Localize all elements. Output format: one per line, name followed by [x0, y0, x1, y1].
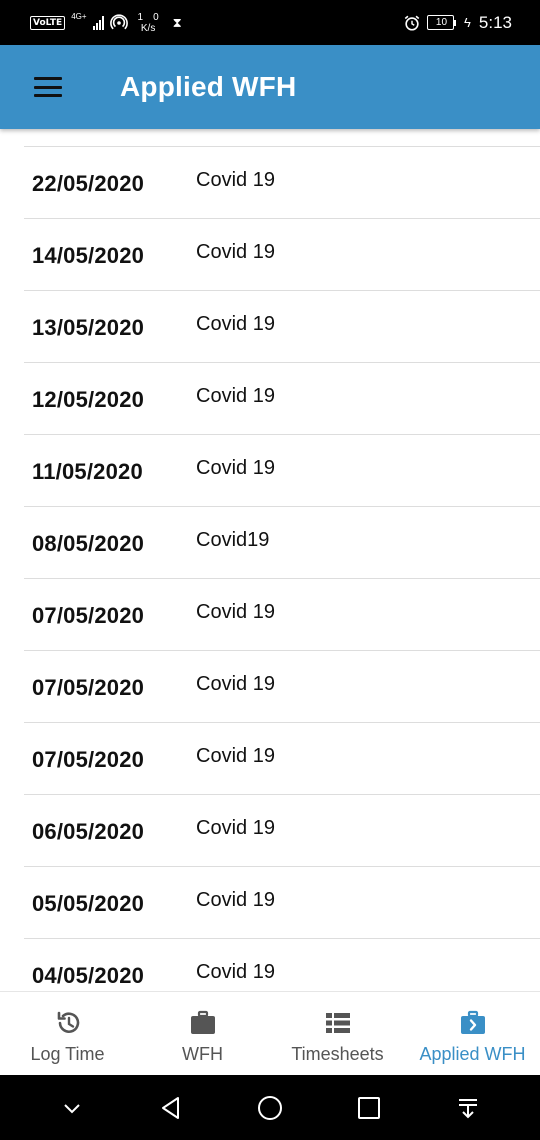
nav-label-applied-wfh: Applied WFH — [419, 1044, 526, 1064]
nav-label-timesheets: Timesheets — [291, 1044, 384, 1064]
bottom-nav: Log Time WFH Timesheets Applied WFH — [0, 991, 540, 1075]
list-item[interactable]: 12/05/2020 Covid 19 — [24, 362, 540, 434]
wfh-date: 14/05/2020 — [32, 243, 145, 268]
back-icon[interactable] — [153, 1090, 189, 1126]
list-item[interactable]: 07/05/2020 Covid 19 — [24, 722, 540, 794]
wfh-date: 07/05/2020 — [32, 747, 145, 772]
menu-icon[interactable] — [34, 77, 62, 97]
list-item[interactable]: 14/05/2020 Covid 19 — [24, 218, 540, 290]
network-type: 4G+ — [71, 11, 87, 21]
wfh-date: 11/05/2020 — [32, 459, 143, 484]
wfh-reason: Covid 19 — [196, 385, 275, 407]
status-bar: VoLTE 4G+ 1 0 K/s ⧗ 10 ϟ 5:13 — [0, 0, 540, 45]
list-item[interactable]: 06/05/2020 Covid 19 — [24, 794, 540, 866]
status-right: 10 ϟ 5:13 — [403, 13, 512, 33]
volte-badge: VoLTE — [30, 15, 66, 30]
list-item[interactable]: 04/05/2020 Covid 19 — [24, 938, 540, 991]
wfh-date: 05/05/2020 — [32, 891, 145, 916]
briefcase-icon — [190, 1010, 215, 1034]
chevron-down-icon[interactable] — [54, 1090, 90, 1126]
nav-label-wfh: WFH — [182, 1044, 223, 1064]
nav-label-log-time: Log Time — [30, 1044, 105, 1064]
speed-down: 0 — [153, 11, 159, 23]
speed-up: 1 — [137, 11, 144, 23]
wfh-reason: Covid 19 — [196, 457, 275, 479]
list-icon — [325, 1013, 350, 1033]
wfh-date: 22/05/2020 — [32, 171, 145, 196]
speed-unit: K/s — [140, 22, 156, 34]
notification-pulldown-icon[interactable] — [450, 1090, 486, 1126]
wfh-date: 07/05/2020 — [32, 675, 145, 700]
wfh-date: 08/05/2020 — [32, 531, 145, 556]
signal-icon — [92, 15, 104, 30]
network-speed: 1 0 K/s — [138, 12, 159, 34]
battery-level: 10 — [426, 15, 455, 30]
alarm-icon — [404, 15, 420, 31]
wfh-reason: Covid19 — [196, 529, 270, 551]
battery-icon: 10 — [426, 15, 457, 30]
charging-icon: ϟ — [464, 15, 471, 30]
status-left: VoLTE 4G+ 1 0 K/s ⧗ — [30, 12, 182, 34]
list-item[interactable]: 07/05/2020 Covid 19 — [24, 650, 540, 722]
wfh-date: 13/05/2020 — [32, 315, 145, 340]
list-item[interactable]: 22/05/2020 Covid 19 — [24, 146, 540, 218]
list-item[interactable]: 08/05/2020 Covid19 — [24, 506, 540, 578]
history-clock-icon — [57, 1011, 79, 1033]
wfh-list[interactable]: 22/05/2020 Covid 19 14/05/2020 Covid 19 13/0… — [0, 129, 540, 991]
wfh-reason: Covid 19 — [196, 241, 275, 263]
system-nav-bar — [0, 1075, 540, 1140]
hotspot-icon — [109, 13, 128, 29]
nav-applied-wfh[interactable]: Applied WFH — [405, 992, 540, 1075]
wfh-date: 12/05/2020 — [32, 387, 145, 412]
wfh-reason: Covid 19 — [196, 889, 275, 911]
nav-log-time[interactable]: Log Time — [0, 992, 135, 1075]
nav-wfh[interactable]: WFH — [135, 992, 270, 1075]
wfh-reason: Covid 19 — [196, 169, 275, 191]
list-item[interactable]: 13/05/2020 Covid 19 — [24, 290, 540, 362]
wfh-reason: Covid 19 — [196, 745, 275, 767]
list-item[interactable]: 11/05/2020 Covid 19 — [24, 434, 540, 506]
home-icon[interactable] — [252, 1090, 288, 1126]
wfh-date: 04/05/2020 — [32, 963, 145, 988]
wfh-date: 07/05/2020 — [32, 603, 145, 628]
clock: 5:13 — [478, 12, 512, 32]
wfh-reason: Covid 19 — [196, 601, 275, 623]
list-item[interactable]: 07/05/2020 Covid 19 — [24, 578, 540, 650]
briefcase-arrow-icon — [460, 1010, 485, 1034]
nav-timesheets[interactable]: Timesheets — [270, 992, 405, 1075]
wfh-list-items: 22/05/2020 Covid 19 14/05/2020 Covid 19 13/0… — [24, 146, 540, 991]
wfh-reason: Covid 19 — [196, 817, 275, 839]
recents-icon[interactable] — [351, 1090, 387, 1126]
wfh-reason: Covid 19 — [196, 673, 275, 695]
wfh-date: 06/05/2020 — [32, 819, 145, 844]
page-title: Applied WFH — [120, 71, 297, 102]
wfh-reason: Covid 19 — [196, 961, 275, 983]
list-item[interactable]: 05/05/2020 Covid 19 — [24, 866, 540, 938]
app-bar: Applied WFH — [0, 45, 540, 129]
hourglass-icon: ⧗ — [172, 14, 182, 30]
wfh-reason: Covid 19 — [196, 313, 275, 335]
